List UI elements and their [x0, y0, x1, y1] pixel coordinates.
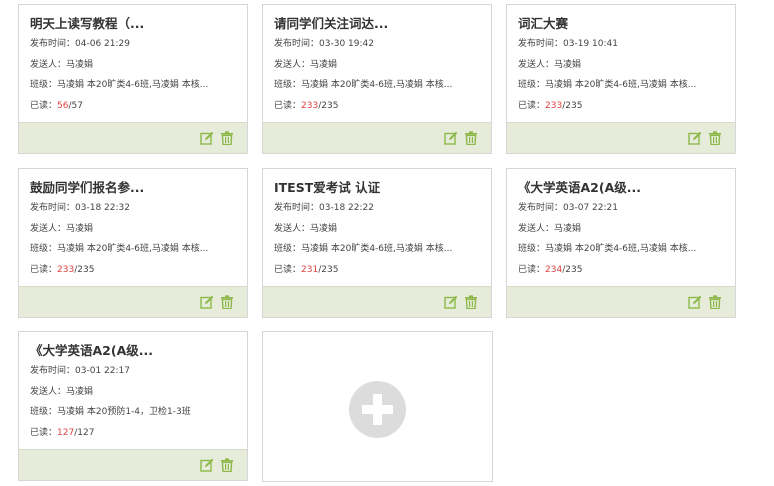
- read-status: 已读：127/127: [30, 427, 95, 438]
- card-footer: [19, 286, 247, 317]
- sender: 发送人：马凌娟: [30, 223, 94, 234]
- notice-card[interactable]: 请同学们关注词达... 发布时间：03-30 19:42 发送人：马凌娟 班级：…: [262, 4, 492, 154]
- card-footer: [19, 449, 247, 480]
- class-list: 班级：马凌娟 本20旷类4-6班,马凌娟 本核...: [30, 80, 209, 90]
- publish-time: 发布时间：03-07 22:21: [518, 203, 618, 213]
- class-list: 班级：马凌娟 本20旷类4-6班,马凌娟 本核...: [518, 80, 697, 90]
- publish-time: 发布时间：03-18 22:32: [30, 203, 130, 213]
- trash-icon[interactable]: [220, 295, 234, 309]
- notice-title[interactable]: 词汇大赛: [518, 14, 735, 34]
- edit-icon[interactable]: [688, 131, 702, 145]
- notice-card[interactable]: 《大学英语A2(A级... 发布时间：03-07 22:21 发送人：马凌娟 班…: [506, 168, 736, 318]
- notice-card[interactable]: ITEST爱考试 认证 发布时间：03-18 22:22 发送人：马凌娟 班级：…: [262, 168, 492, 318]
- read-status: 已读：231/235: [274, 264, 339, 275]
- notice-card[interactable]: 鼓励同学们报名参... 发布时间：03-18 22:32 发送人：马凌娟 班级：…: [18, 168, 248, 318]
- trash-icon[interactable]: [464, 295, 478, 309]
- edit-icon[interactable]: [200, 295, 214, 309]
- notice-title[interactable]: 《大学英语A2(A级...: [30, 341, 247, 361]
- notice-title[interactable]: ITEST爱考试 认证: [274, 178, 491, 198]
- notice-card[interactable]: 《大学英语A2(A级... 发布时间：03-01 22:17 发送人：马凌娟 班…: [18, 331, 248, 481]
- sender: 发送人：马凌娟: [274, 59, 338, 70]
- trash-icon[interactable]: [708, 131, 722, 145]
- card-footer: [507, 286, 735, 317]
- publish-time: 发布时间：03-30 19:42: [274, 39, 374, 49]
- publish-time: 发布时间：03-01 22:17: [30, 366, 130, 376]
- class-list: 班级：马凌娟 本20旷类4-6班,马凌娟 本核...: [274, 244, 453, 254]
- class-list: 班级：马凌娟 本20旷类4-6班,马凌娟 本核...: [518, 244, 697, 254]
- trash-icon[interactable]: [220, 131, 234, 145]
- trash-icon[interactable]: [464, 131, 478, 145]
- edit-icon[interactable]: [200, 131, 214, 145]
- sender: 发送人：马凌娟: [274, 223, 338, 234]
- read-status: 已读：56/57: [30, 100, 83, 111]
- sender: 发送人：马凌娟: [518, 223, 582, 234]
- notice-title[interactable]: 《大学英语A2(A级...: [518, 178, 735, 198]
- sender: 发送人：马凌娟: [30, 59, 94, 70]
- class-list: 班级：马凌娟 本20旷类4-6班,马凌娟 本核...: [30, 244, 209, 254]
- read-status: 已读：234/235: [518, 264, 583, 275]
- card-footer: [263, 122, 491, 153]
- plus-icon[interactable]: [349, 381, 406, 438]
- read-status: 已读：233/235: [30, 264, 95, 275]
- read-status: 已读：233/235: [274, 100, 339, 111]
- card-footer: [263, 286, 491, 317]
- notice-card[interactable]: 词汇大赛 发布时间：03-19 10:41 发送人：马凌娟 班级：马凌娟 本20…: [506, 4, 736, 154]
- edit-icon[interactable]: [688, 295, 702, 309]
- trash-icon[interactable]: [220, 458, 234, 472]
- trash-icon[interactable]: [708, 295, 722, 309]
- sender: 发送人：马凌娟: [518, 59, 582, 70]
- add-notice-button[interactable]: [262, 331, 493, 482]
- edit-icon[interactable]: [444, 295, 458, 309]
- publish-time: 发布时间：04-06 21:29: [30, 39, 130, 49]
- sender: 发送人：马凌娟: [30, 386, 94, 397]
- read-status: 已读：233/235: [518, 100, 583, 111]
- class-list: 班级：马凌娟 本20预防1-4，卫检1-3班: [30, 407, 191, 417]
- class-list: 班级：马凌娟 本20旷类4-6班,马凌娟 本核...: [274, 80, 453, 90]
- card-footer: [507, 122, 735, 153]
- notice-card[interactable]: 明天上读写教程（... 发布时间：04-06 21:29 发送人：马凌娟 班级：…: [18, 4, 248, 154]
- publish-time: 发布时间：03-18 22:22: [274, 203, 374, 213]
- edit-icon[interactable]: [444, 131, 458, 145]
- card-footer: [19, 122, 247, 153]
- notice-title[interactable]: 明天上读写教程（...: [30, 14, 247, 34]
- notice-title[interactable]: 请同学们关注词达...: [274, 14, 491, 34]
- notice-title[interactable]: 鼓励同学们报名参...: [30, 178, 247, 198]
- publish-time: 发布时间：03-19 10:41: [518, 39, 618, 49]
- edit-icon[interactable]: [200, 458, 214, 472]
